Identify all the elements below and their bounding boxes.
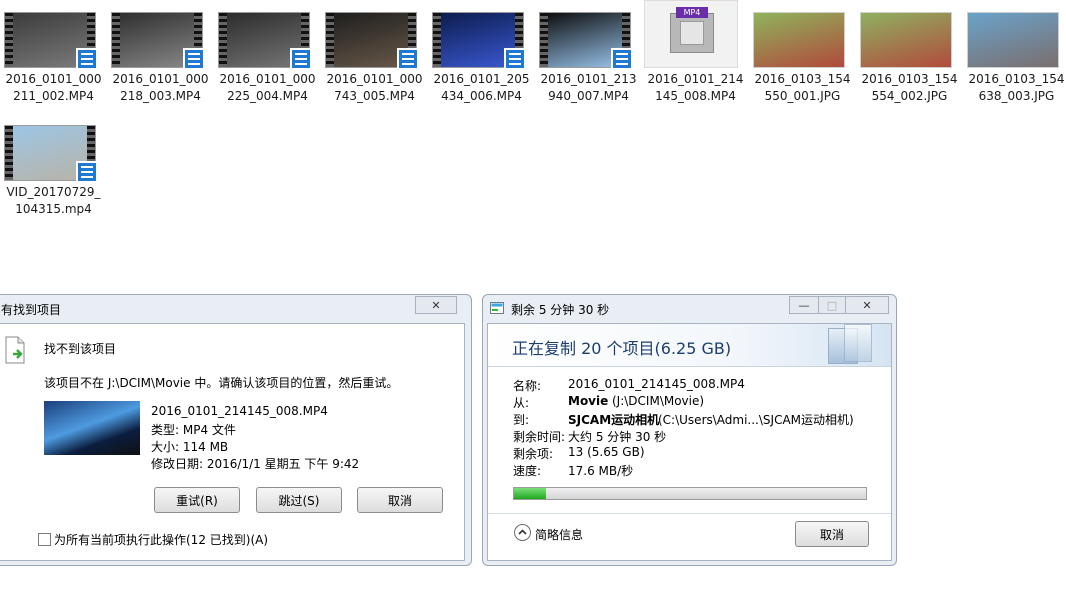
file-item[interactable]: 2016_0101_213 940_007.MP4 — [535, 0, 642, 110]
file-name: 2016_0101_214145_008.MP4 — [151, 404, 328, 418]
apply-all-label: 为所有当前项执行此操作(12 已找到)(A) — [54, 533, 269, 547]
photo-thumbnail — [753, 12, 845, 68]
file-name-label: 2016_0101_000 218_003.MP4 — [112, 72, 209, 103]
cancel-button[interactable]: 取消 — [357, 487, 443, 513]
chevron-up-icon — [514, 524, 531, 541]
file-grid: 2016_0101_000 211_002.MP4 2016_0101_000 218… — [0, 0, 1066, 230]
close-icon: ✕ — [862, 298, 872, 312]
file-name-label: VID_20170729_ 104315.mp4 — [6, 185, 101, 216]
speed-value: 17.6 MB/秒 — [568, 464, 634, 478]
close-button[interactable]: ✕ — [415, 296, 457, 314]
file-size: 大小: 114 MB — [151, 440, 229, 454]
dialog-title: 有找到项目 — [1, 303, 62, 317]
file-item[interactable]: 2016_0103_154 554_002.JPG — [856, 0, 963, 110]
less-info-label: 简略信息 — [535, 528, 584, 542]
from-label: 从: — [513, 396, 530, 410]
title-bar[interactable]: 剩余 5 分钟 30 秒 — □ ✕ — [483, 295, 896, 321]
photo-thumbnail — [860, 12, 952, 68]
copy-documents-icon-back — [844, 324, 872, 362]
file-item[interactable]: 2016_0101_205 434_006.MP4 — [428, 0, 535, 110]
close-button[interactable]: ✕ — [845, 296, 889, 314]
remaining-items-label: 剩余项: — [513, 447, 554, 461]
file-item[interactable]: MP4 2016_0101_214 145_008.MP4 — [642, 0, 749, 110]
file-preview-thumbnail — [44, 401, 140, 455]
remaining-time-value: 大约 5 分钟 30 秒 — [568, 430, 667, 444]
file-name-label: 2016_0101_000 225_004.MP4 — [219, 72, 316, 103]
minimize-button[interactable]: — — [789, 296, 819, 314]
video-list-icon — [290, 48, 312, 70]
dialog-body: 正在复制 20 个项目(6.25 GB) 名称: 2016_0101_21414… — [487, 323, 892, 561]
from-path: (J:\DCIM\Movie) — [612, 394, 705, 408]
dialog-heading: 找不到该项目 — [44, 342, 117, 356]
cancel-button[interactable]: 取消 — [795, 521, 869, 547]
video-list-icon — [76, 48, 98, 70]
mp4-file-icon: MP4 — [644, 0, 738, 68]
file-name-label: 2016_0101_000 211_002.MP4 — [5, 72, 102, 103]
file-name-label: 2016_0101_000 743_005.MP4 — [326, 72, 423, 103]
title-bar[interactable]: 有找到项目 ✕ — [0, 295, 471, 321]
file-item[interactable]: 2016_0101_000 225_004.MP4 — [214, 0, 321, 110]
skip-button[interactable]: 跳过(S) — [256, 487, 342, 513]
name-label: 名称: — [513, 379, 542, 393]
photo-thumbnail — [967, 12, 1059, 68]
name-value: 2016_0101_214145_008.MP4 — [568, 377, 745, 391]
maximize-button[interactable]: □ — [818, 296, 846, 314]
copy-progress-dialog: 剩余 5 分钟 30 秒 — □ ✕ 正在复制 20 个项目(6.25 GB) … — [482, 294, 897, 566]
video-list-icon — [76, 161, 98, 183]
remaining-time-label: 剩余时间: — [513, 430, 566, 444]
copy-progress-fill — [514, 488, 546, 499]
dialog-body: 找不到该项目 该项目不在 J:\DCIM\Movie 中。请确认该项目的位置，然… — [0, 323, 465, 561]
dialog-message: 该项目不在 J:\DCIM\Movie 中。请确认该项目的位置，然后重试。 — [44, 376, 399, 390]
remaining-items-value: 13 (5.65 GB) — [568, 445, 645, 459]
file-type: 类型: MP4 文件 — [151, 423, 236, 437]
dialog-title: 剩余 5 分钟 30 秒 — [511, 303, 610, 317]
separator — [488, 513, 891, 514]
less-info-toggle[interactable]: 简略信息 — [514, 524, 594, 544]
to-label: 到: — [513, 413, 530, 427]
video-list-icon — [611, 48, 633, 70]
video-list-icon — [397, 48, 419, 70]
maximize-icon: □ — [826, 298, 838, 312]
video-list-icon — [504, 48, 526, 70]
file-item[interactable]: 2016_0101_000 218_003.MP4 — [107, 0, 214, 110]
file-name-label: 2016_0101_213 940_007.MP4 — [540, 72, 637, 103]
to-path: (C:\Users\Admi...\SJCAM运动相机) — [658, 413, 854, 427]
file-item[interactable]: VID_20170729_ 104315.mp4 — [0, 113, 107, 223]
file-name-label: 2016_0103_154 550_001.JPG — [754, 72, 851, 103]
file-item[interactable]: 2016_0103_154 550_001.JPG — [749, 0, 856, 110]
copy-icon — [490, 302, 504, 314]
from-folder-link[interactable]: Movie — [568, 394, 608, 408]
file-name-label: 2016_0103_154 554_002.JPG — [861, 72, 958, 103]
file-warning-icon — [4, 336, 26, 364]
video-list-icon — [183, 48, 205, 70]
apply-all-checkbox[interactable] — [38, 533, 51, 546]
speed-label: 速度: — [513, 464, 542, 478]
copy-header-text: 正在复制 20 个项目(6.25 GB) — [512, 339, 732, 358]
to-folder-link[interactable]: SJCAM运动相机 — [568, 411, 659, 428]
file-name-label: 2016_0103_154 638_003.JPG — [968, 72, 1065, 103]
file-item[interactable]: 2016_0101_000 211_002.MP4 — [0, 0, 107, 110]
file-item[interactable]: 2016_0101_000 743_005.MP4 — [321, 0, 428, 110]
file-item[interactable]: 2016_0103_154 638_003.JPG — [963, 0, 1066, 110]
close-icon: ✕ — [431, 298, 441, 312]
file-modified-date: 修改日期: 2016/1/1 星期五 下午 9:42 — [151, 457, 360, 471]
retry-button[interactable]: 重试(R) — [154, 487, 240, 513]
copy-header-banner: 正在复制 20 个项目(6.25 GB) — [488, 324, 891, 367]
file-name-label: 2016_0101_214 145_008.MP4 — [647, 72, 744, 103]
minimize-icon: — — [798, 298, 810, 312]
file-name-label: 2016_0101_205 434_006.MP4 — [433, 72, 530, 103]
copy-progress-bar — [513, 487, 867, 500]
item-not-found-dialog: 有找到项目 ✕ 找不到该项目 该项目不在 J:\DCIM\Movie 中。请确认… — [0, 294, 472, 566]
